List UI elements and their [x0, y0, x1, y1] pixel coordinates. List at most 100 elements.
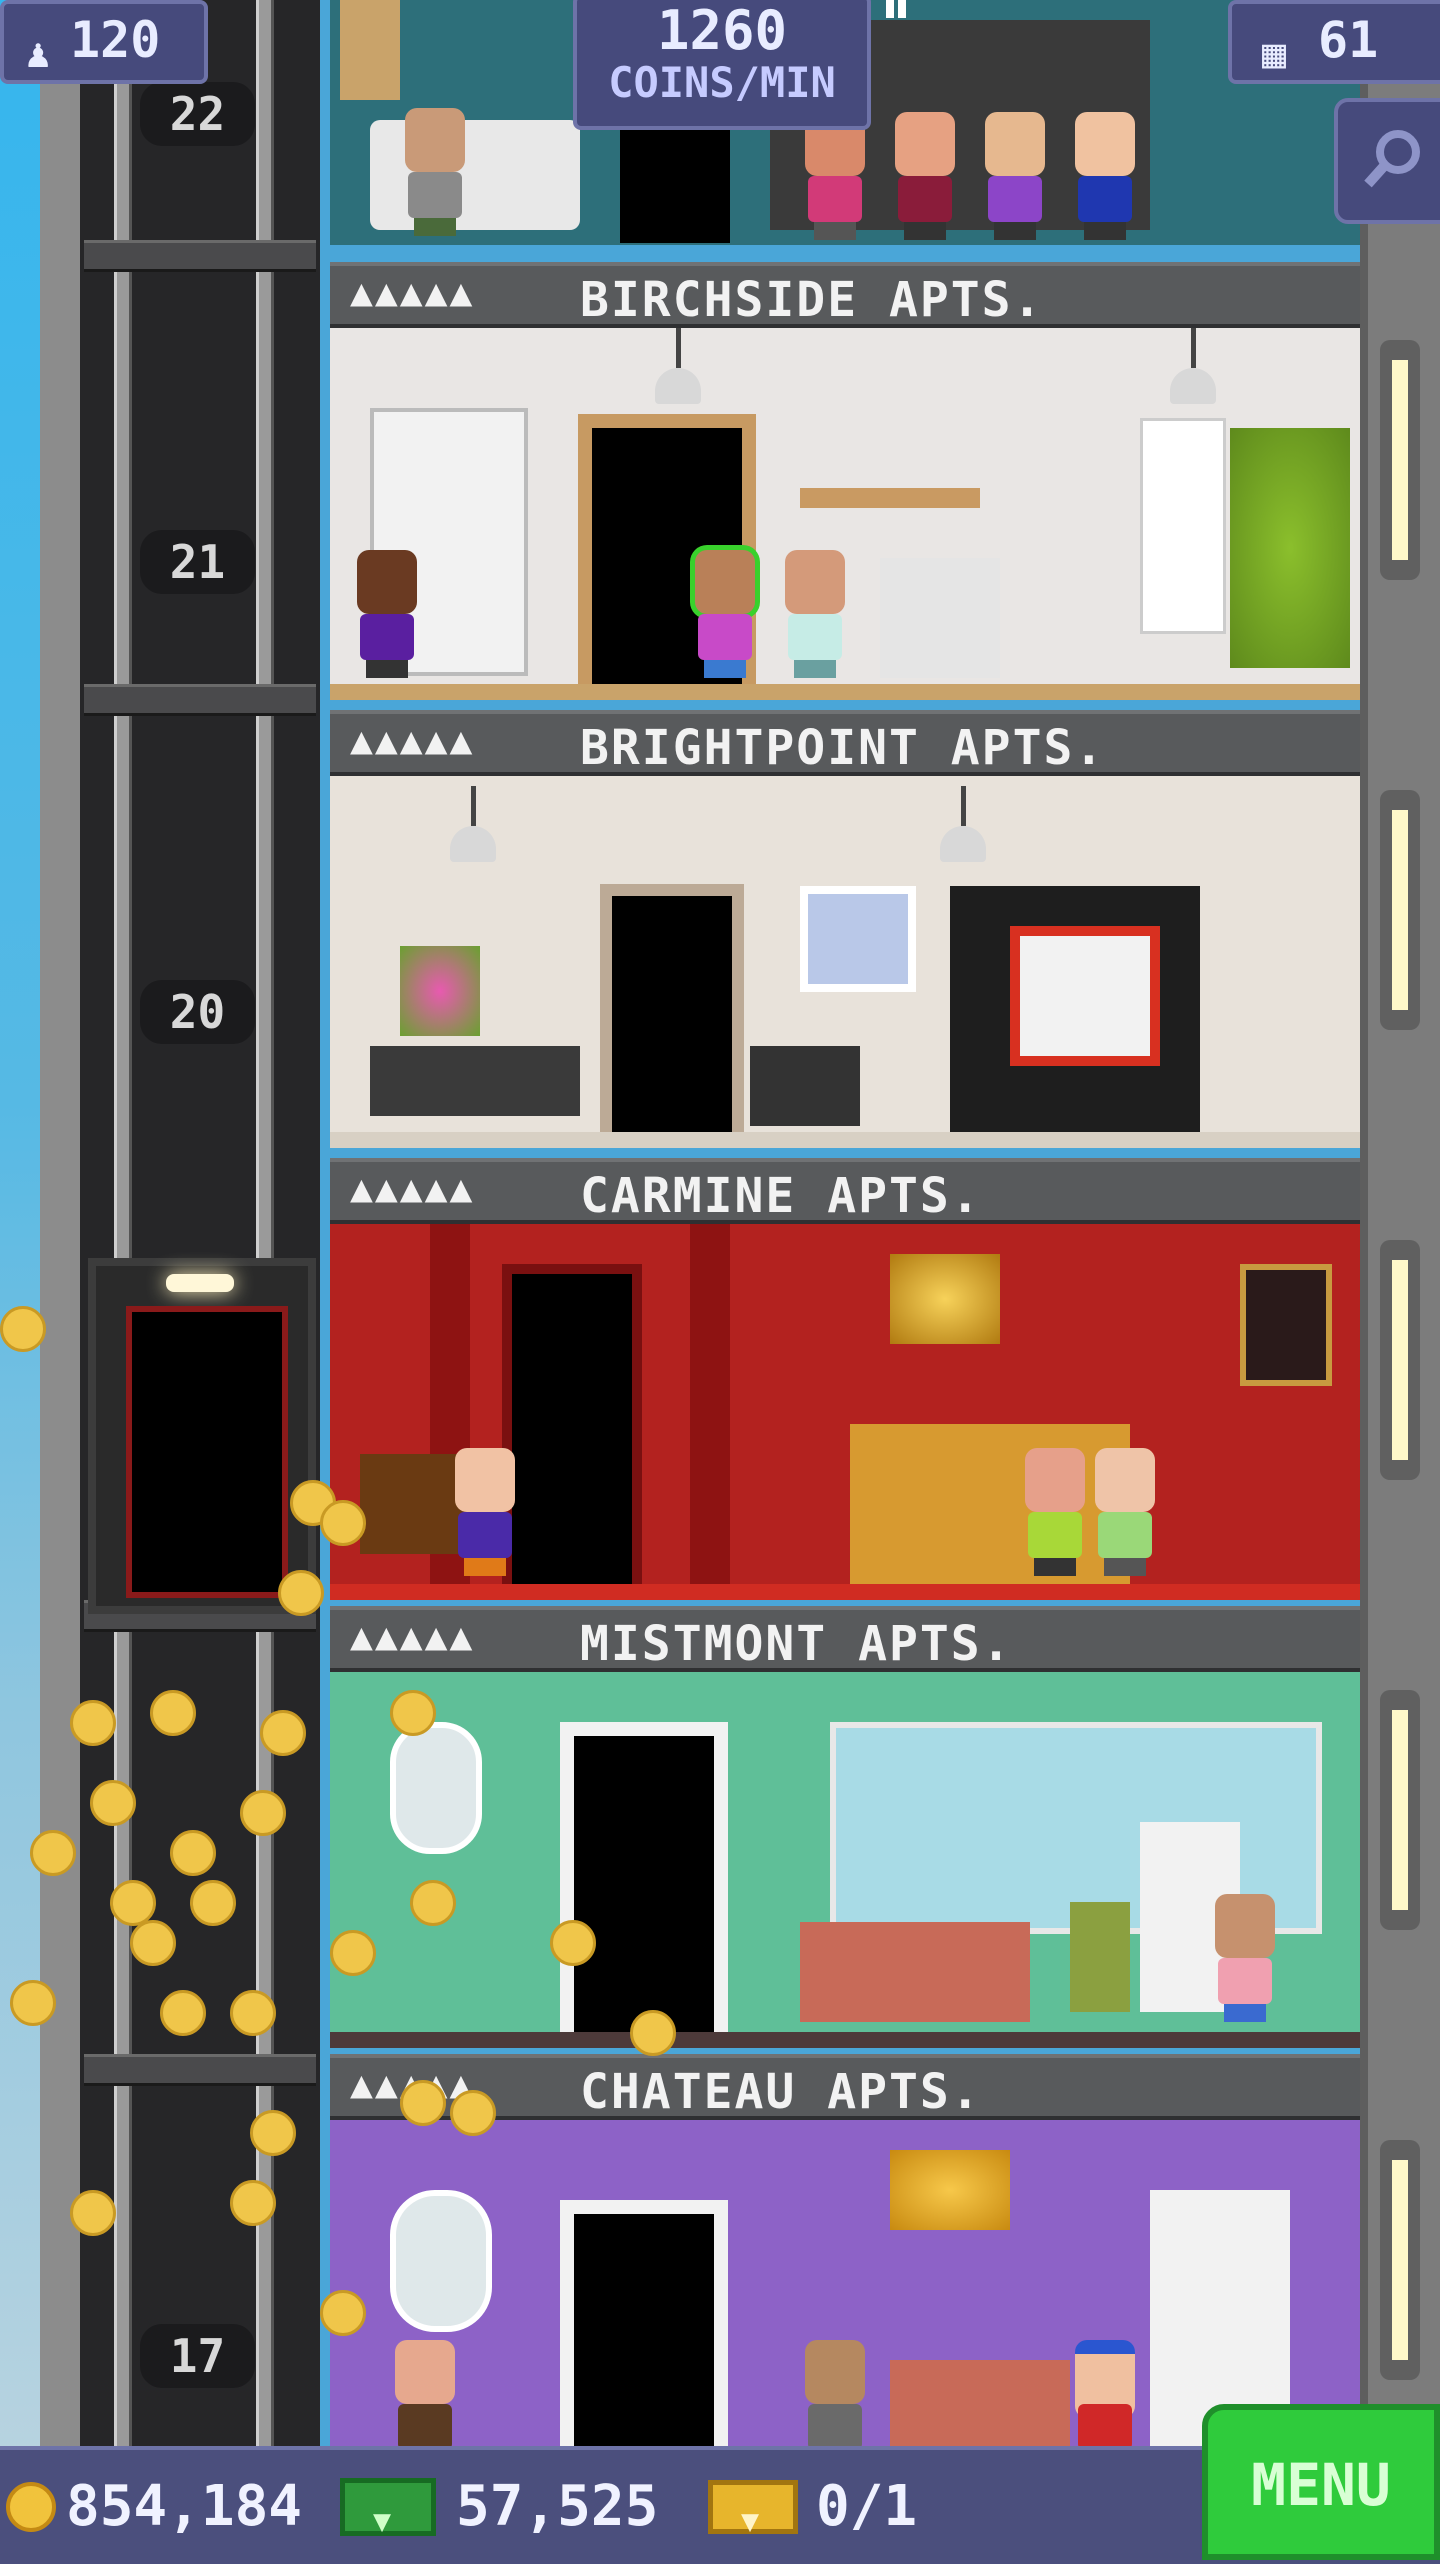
falling-coin[interactable] [30, 1830, 76, 1876]
coins-per-minute-panel[interactable]: 1260 COINS/MIN [573, 0, 871, 130]
falling-coin[interactable] [110, 1880, 156, 1926]
tower-bux-value: 57,525 [456, 2474, 659, 2539]
golden-ticket-display[interactable]: 0/1 [708, 2472, 968, 2557]
brightpoint-room[interactable] [330, 776, 1360, 1148]
floor-header-mistmont[interactable]: ▲▲▲▲▲ MISTMONT APTS. [330, 1606, 1360, 1672]
falling-coin[interactable] [230, 1990, 276, 2036]
falling-coin[interactable] [260, 1710, 306, 1756]
falling-coin[interactable] [400, 2080, 446, 2126]
floor-counter[interactable]: ▦ 61 [1228, 0, 1440, 84]
golden-ticket-icon [708, 2480, 798, 2557]
falling-coin[interactable] [190, 1880, 236, 1926]
elevator-door [126, 1306, 288, 1598]
search-button[interactable] [1334, 98, 1440, 224]
ceiling-lamp [450, 786, 496, 862]
floor-header-brightpoint[interactable]: ▲▲▲▲▲ BRIGHTPOINT APTS. [330, 710, 1360, 776]
resident[interactable] [690, 550, 760, 678]
resident[interactable] [1020, 1448, 1090, 1576]
room-door [620, 118, 730, 243]
falling-coin[interactable] [250, 2110, 296, 2156]
shaft-beam [84, 2054, 316, 2086]
star-rating: ▲▲▲▲▲ [350, 1166, 475, 1210]
falling-coin[interactable] [90, 1780, 136, 1826]
resident[interactable] [390, 2340, 460, 2450]
window-blinds [1140, 418, 1226, 634]
falling-coin[interactable] [0, 1306, 46, 1352]
tower-bux-display[interactable]: 57,525 [340, 2472, 680, 2557]
wall-mirror [390, 1722, 482, 1854]
resident[interactable] [1070, 2340, 1140, 2450]
resident[interactable] [890, 112, 960, 240]
floor-header-birchside[interactable]: ▲▲▲▲▲ BIRCHSIDE APTS. [330, 262, 1360, 328]
coins-per-minute-label: COINS/MIN [608, 58, 836, 107]
population-counter[interactable]: ♟ 120 [0, 0, 208, 84]
floor-name: BIRCHSIDE APTS. [580, 272, 1044, 328]
tower-window [1380, 1690, 1420, 1930]
wall-shelf [800, 488, 980, 508]
chateau-room[interactable] [330, 2120, 1360, 2450]
resident[interactable] [1070, 112, 1140, 240]
elevator-light [166, 1274, 234, 1292]
television [1010, 926, 1160, 1066]
tower-window [1380, 2140, 1420, 2380]
floor-name: CHATEAU APTS. [580, 2064, 982, 2120]
floor-header-carmine[interactable]: ▲▲▲▲▲ CARMINE APTS. [330, 1158, 1360, 1224]
falling-coin[interactable] [230, 2180, 276, 2226]
ceiling-lamp [940, 786, 986, 862]
resident[interactable] [400, 108, 470, 236]
tower-window [1380, 340, 1420, 580]
building-icon: ▦ [1262, 31, 1287, 77]
star-rating: ▲▲▲▲▲ [350, 1614, 475, 1658]
falling-coin[interactable] [10, 1980, 56, 2026]
falling-coin[interactable] [150, 1690, 196, 1736]
wall-column [690, 1224, 730, 1584]
falling-coin[interactable] [320, 1500, 366, 1546]
falling-coin[interactable] [160, 1990, 206, 2036]
wall-picture [800, 886, 916, 992]
falling-coin[interactable] [320, 2290, 366, 2336]
falling-coin[interactable] [130, 1920, 176, 1966]
floor-name: BRIGHTPOINT APTS. [580, 720, 1106, 776]
floor-name: MISTMONT APTS. [580, 1616, 1013, 1672]
coin-icon [6, 2482, 56, 2532]
falling-coin[interactable] [410, 1880, 456, 1926]
resident[interactable] [780, 550, 850, 678]
falling-coin[interactable] [278, 1570, 324, 1616]
sofa [890, 2360, 1070, 2450]
resident[interactable] [450, 1448, 520, 1576]
pause-icon[interactable] [884, 0, 910, 20]
falling-coin[interactable] [240, 1790, 286, 1836]
population-value: 120 [70, 11, 161, 69]
person-icon: ♟ [26, 31, 51, 77]
potted-plant [1230, 428, 1350, 668]
falling-coin[interactable] [390, 1690, 436, 1736]
ceiling-lamp [1170, 328, 1216, 404]
flower-vase [400, 946, 480, 1036]
floor-number-22: 22 [140, 82, 255, 146]
resident[interactable] [1210, 1894, 1280, 2022]
falling-coin[interactable] [630, 2010, 676, 2056]
elevator-car[interactable] [88, 1258, 316, 1614]
falling-coin[interactable] [550, 1920, 596, 1966]
carmine-room[interactable] [330, 1224, 1360, 1600]
resident[interactable] [980, 112, 1050, 240]
falling-coin[interactable] [70, 2190, 116, 2236]
floor-name: CARMINE APTS. [580, 1168, 982, 1224]
birchside-room[interactable] [330, 328, 1360, 700]
floor-number-17: 17 [140, 2324, 255, 2388]
mistmont-room[interactable] [330, 1672, 1360, 2048]
resident[interactable] [352, 550, 422, 678]
falling-coin[interactable] [170, 1830, 216, 1876]
floor-number-21: 21 [140, 530, 255, 594]
coins-display[interactable]: 854,184 [0, 2472, 320, 2542]
resident[interactable] [800, 2340, 870, 2450]
falling-coin[interactable] [450, 2090, 496, 2136]
wall-painting [340, 0, 400, 100]
resident[interactable] [1090, 1448, 1160, 1576]
resident[interactable] [800, 112, 870, 240]
tower-window [1380, 1240, 1420, 1480]
falling-coin[interactable] [70, 1700, 116, 1746]
falling-coin[interactable] [330, 1930, 376, 1976]
floor-count-value: 61 [1318, 11, 1379, 69]
menu-button[interactable]: MENU [1202, 2404, 1440, 2560]
